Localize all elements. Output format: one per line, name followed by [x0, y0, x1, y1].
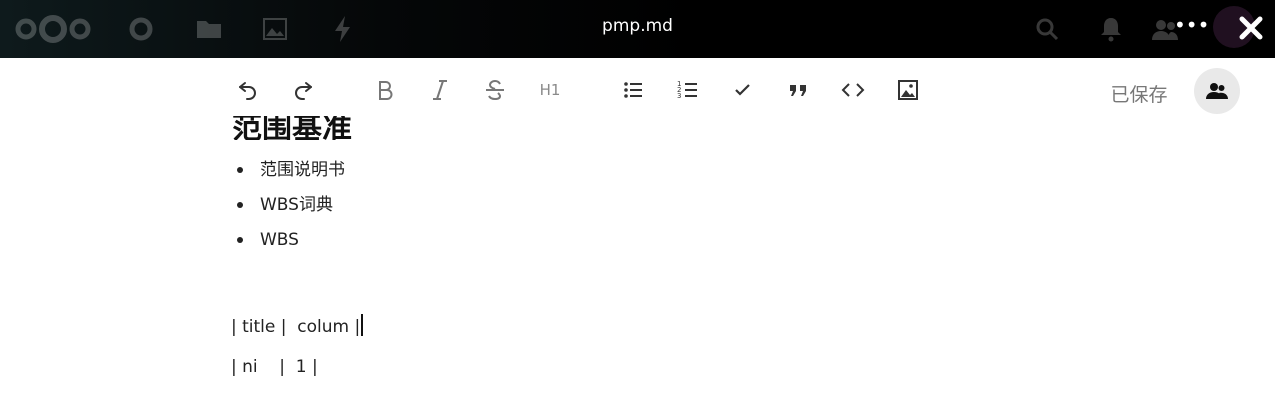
paragraph-text: | ni | 1 | — [231, 357, 318, 377]
checkbox-icon — [735, 84, 750, 96]
close-icon — [1239, 16, 1263, 40]
bold-icon — [379, 81, 393, 100]
list-item[interactable]: WBS词典 — [232, 191, 345, 226]
more-actions-button[interactable]: ••• — [1174, 14, 1209, 40]
share-button[interactable] — [1194, 68, 1240, 114]
paragraph[interactable]: | ni | 1 | — [231, 357, 318, 377]
quote-icon — [790, 85, 806, 96]
save-status: 已保存 — [1110, 84, 1168, 106]
quote-button[interactable] — [782, 74, 814, 106]
ordered-list-icon: 1 2 3 — [677, 80, 697, 100]
paragraph[interactable]: | title | colum | — [231, 314, 364, 337]
paragraph-text: | title | colum | — [231, 317, 361, 337]
close-button[interactable] — [1233, 10, 1269, 46]
file-title: pmp.md — [602, 16, 673, 36]
list-item-text: WBS词典 — [260, 195, 333, 215]
document-heading[interactable]: 范围基准 — [232, 116, 352, 140]
italic-icon — [433, 80, 447, 100]
bullet-list: 范围说明书 WBS词典 WBS — [232, 156, 345, 261]
code-icon — [841, 83, 865, 97]
undo-icon — [239, 82, 256, 100]
bold-button[interactable] — [369, 74, 401, 106]
undo-button[interactable] — [232, 74, 264, 106]
bullet-list-button[interactable] — [617, 74, 649, 106]
redo-button[interactable] — [287, 74, 319, 106]
people-icon — [1206, 83, 1228, 99]
strikethrough-button[interactable] — [479, 74, 511, 106]
heading-container: 范围基准 — [232, 116, 632, 140]
insert-image-button[interactable] — [892, 74, 924, 106]
strikethrough-icon — [486, 79, 504, 101]
bullet-list-icon — [624, 82, 642, 98]
ordered-list-button[interactable]: 1 2 3 — [672, 74, 704, 106]
italic-button[interactable] — [424, 74, 456, 106]
svg-text:3: 3 — [677, 92, 681, 100]
heading-icon: H1 — [539, 81, 561, 99]
bullet-dot — [237, 202, 243, 208]
list-item-text: WBS — [260, 230, 299, 250]
code-button[interactable] — [837, 74, 869, 106]
bullet-dot — [237, 167, 243, 173]
text-caret — [361, 314, 364, 336]
checkbox-button[interactable] — [727, 74, 759, 106]
heading-button[interactable]: H1 — [534, 74, 566, 106]
app-header: pmp.md ••• — [0, 0, 1275, 58]
list-item[interactable]: 范围说明书 — [232, 156, 345, 191]
bullet-dot — [237, 237, 243, 243]
list-item-text: 范围说明书 — [260, 160, 345, 180]
list-item[interactable]: WBS — [232, 226, 345, 261]
image-icon — [898, 80, 918, 100]
redo-icon — [295, 82, 312, 100]
